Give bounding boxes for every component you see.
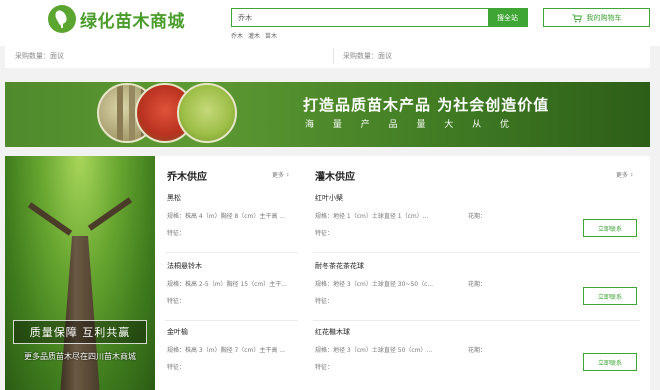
- supply-section: 质量保障 互利共赢 更多品质苗木尽在四川苗木商城 乔木供应 更多 › 黑松 规格…: [5, 156, 650, 390]
- tree-trunk: [60, 236, 100, 390]
- item-spec: 规格：地径 1（cm）土球直径 1（cm）...: [315, 213, 429, 220]
- logo[interactable]: 绿化苗木商城: [48, 5, 185, 33]
- divider: [165, 320, 298, 321]
- chevron-right-icon: ›: [286, 169, 290, 179]
- more-label: 更多: [272, 172, 285, 179]
- arbor-more-link[interactable]: 更多 ›: [272, 170, 289, 179]
- list-item[interactable]: 红花檵木球 规格：地径 3（cm）土球直径 50（cm）... 花期： 特征： …: [313, 327, 640, 387]
- contact-button[interactable]: 立即联系: [583, 287, 637, 305]
- banner-subtitle: 海 量 产 品 量 大 从 优: [305, 120, 512, 130]
- divider: [313, 252, 640, 253]
- divider: [165, 252, 298, 253]
- shrub-supply-column: 灌木供应 更多 › 红叶小檗 规格：地径 1（cm）土球直径 1（cm）... …: [313, 156, 640, 390]
- list-item[interactable]: 金叶榆 规格：株高 3（m）胸径 7（cm）主干高 ... 特征：: [165, 327, 298, 387]
- item-trait: 特征：: [167, 230, 186, 237]
- hot-word-link[interactable]: 灌木: [248, 31, 260, 40]
- divider: [333, 49, 334, 63]
- promo-banner[interactable]: 打造品质苗木产品 为社会创造价值 海 量 产 品 量 大 从 优: [5, 82, 650, 147]
- contact-button[interactable]: 立即联系: [583, 353, 637, 371]
- item-flowering: 花期：: [468, 281, 487, 288]
- arbor-supply-column: 乔木供应 更多 › 黑松 规格：株高 4（m）胸径 8（cm）主干高 ... 特…: [165, 156, 298, 390]
- promo-image[interactable]: 质量保障 互利共赢 更多品质苗木尽在四川苗木商城: [5, 156, 155, 390]
- shrub-more-link[interactable]: 更多 ›: [616, 170, 633, 179]
- purchase-quantity: 采购数量：面议: [15, 52, 64, 60]
- promo-slogan: 质量保障 互利共赢: [29, 326, 131, 339]
- chevron-right-icon: ›: [630, 169, 634, 179]
- cart-label: 我的购物车: [586, 13, 622, 22]
- item-trait: 特征：: [167, 364, 186, 371]
- item-name[interactable]: 黑松: [167, 193, 181, 203]
- banner-title: 打造品质苗木产品 为社会创造价值: [303, 96, 550, 114]
- list-item[interactable]: 法桐悬铃木 规格：株高 2-5（m）胸径 15（cm）主干... 特征：: [165, 261, 298, 321]
- contact-button[interactable]: 立即联系: [583, 219, 637, 237]
- item-name[interactable]: 法桐悬铃木: [167, 261, 202, 271]
- hot-word-link[interactable]: 苗木: [265, 31, 277, 40]
- hot-words: 乔木 灌木 苗木: [231, 31, 277, 40]
- search-bar: 搜全站: [231, 8, 528, 27]
- branch: [27, 202, 73, 236]
- promo-slogan-box: 质量保障 互利共赢: [13, 320, 147, 344]
- header: 绿化苗木商城 搜全站 乔木 灌木 苗木 我的购物车: [0, 0, 660, 46]
- search-input[interactable]: [232, 9, 488, 26]
- item-trait: 特征：: [167, 298, 186, 305]
- more-label: 更多: [616, 172, 629, 179]
- cart-button[interactable]: 我的购物车: [543, 8, 650, 27]
- item-spec: 规格：地径 3（cm）土球直径 50（cm）...: [315, 347, 433, 354]
- item-name[interactable]: 红花檵木球: [315, 327, 350, 337]
- item-spec: 规格：株高 3（m）胸径 7（cm）主干高 ...: [167, 347, 286, 354]
- purchase-quantity: 采购数量：面议: [343, 52, 392, 60]
- item-name[interactable]: 耐冬茶花茶花球: [315, 261, 364, 271]
- green-leaf-photo: [177, 83, 237, 143]
- item-trait: 特征：: [315, 230, 334, 237]
- item-spec: 规格：地径 3（cm）土球直径 30~50（c...: [315, 281, 434, 288]
- item-trait: 特征：: [315, 364, 334, 371]
- list-item[interactable]: 耐冬茶花茶花球 规格：地径 3（cm）土球直径 30~50（c... 花期： 特…: [313, 261, 640, 321]
- promo-caption: 更多品质苗木尽在四川苗木商城: [24, 352, 136, 361]
- leaf-logo-icon: [48, 5, 76, 33]
- list-item[interactable]: 红叶小檗 规格：地径 1（cm）土球直径 1（cm）... 花期： 特征： 立即…: [313, 193, 640, 253]
- hot-word-link[interactable]: 乔木: [231, 31, 243, 40]
- search-button[interactable]: 搜全站: [488, 9, 527, 26]
- branch: [87, 197, 133, 231]
- logo-text: 绿化苗木商城: [80, 11, 185, 32]
- divider: [313, 320, 640, 321]
- item-flowering: 花期：: [468, 347, 487, 354]
- cart-icon: [572, 13, 582, 22]
- page: 绿化苗木商城 搜全站 乔木 灌木 苗木 我的购物车 采购数量：面议 采购数量：面: [0, 0, 660, 390]
- item-name[interactable]: 红叶小檗: [315, 193, 343, 203]
- item-flowering: 花期：: [468, 213, 487, 220]
- arbor-title: 乔木供应: [167, 172, 207, 183]
- item-name[interactable]: 金叶榆: [167, 327, 188, 337]
- item-spec: 规格：株高 4（m）胸径 8（cm）主干高 ...: [167, 213, 286, 220]
- item-spec: 规格：株高 2-5（m）胸径 15（cm）主干...: [167, 281, 287, 288]
- list-item[interactable]: 黑松 规格：株高 4（m）胸径 8（cm）主干高 ... 特征：: [165, 193, 298, 253]
- shrub-title: 灌木供应: [315, 172, 355, 183]
- purchase-strip: 采购数量：面议 采购数量：面议: [5, 46, 650, 68]
- item-trait: 特征：: [315, 298, 334, 305]
